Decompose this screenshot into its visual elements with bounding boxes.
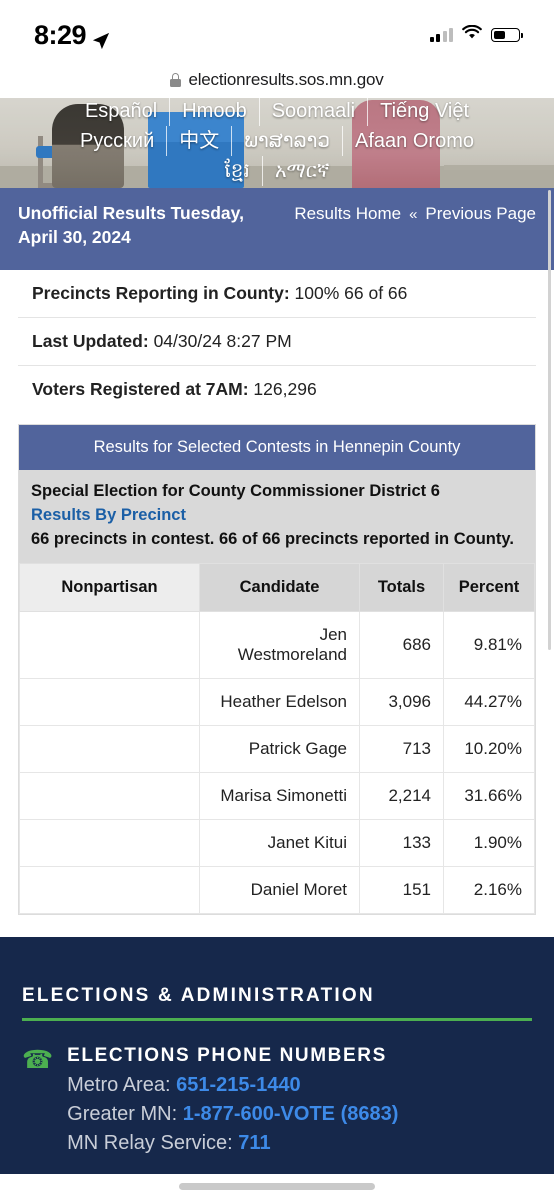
language-link-ru[interactable]: Русский [68, 126, 166, 156]
footer-relay-label: MN Relay Service: [67, 1132, 239, 1155]
status-indicators [429, 24, 523, 45]
language-link-es[interactable]: Español [73, 98, 169, 126]
site-banner: Español Hmoob Soomaali Tiếng Việt Русски… [0, 98, 554, 188]
battery-icon [491, 28, 523, 42]
contest-name: Special Election for County Commissioner… [31, 482, 440, 501]
cell-total: 686 [359, 611, 444, 680]
language-links: Español Hmoob Soomaali Tiếng Việt Русски… [0, 98, 554, 188]
column-header-totals[interactable]: Totals [359, 563, 444, 613]
language-link-am[interactable]: አማርኛ [261, 156, 342, 186]
table-row: Daniel Moret 151 2.16% [19, 866, 535, 915]
status-time: 8:29 [34, 19, 87, 50]
language-link-so[interactable]: Soomaali [258, 98, 367, 126]
county-info-list: Precincts Reporting in County: 100% 66 o… [0, 270, 554, 413]
cell-candidate: Marisa Simonetti [199, 772, 360, 821]
language-link-zh[interactable]: 中文 [166, 126, 231, 156]
info-row-registered: Voters Registered at 7AM: 126,296 [18, 366, 536, 413]
cell-candidate: Jen Westmoreland [199, 611, 360, 680]
contest-card-title: Results for Selected Contests in Hennepi… [19, 425, 535, 471]
location-arrow-icon [92, 26, 110, 50]
double-chevron-left-icon: « [409, 205, 418, 223]
footer-metro-label: Metro Area: [67, 1074, 177, 1097]
cell-total: 713 [359, 725, 444, 774]
ios-status-bar: 8:29 [0, 0, 554, 62]
results-home-link[interactable]: Results Home [294, 204, 401, 224]
cell-total: 3,096 [359, 678, 444, 727]
home-indicator[interactable] [179, 1183, 375, 1190]
cellular-signal-icon [429, 28, 453, 42]
cell-candidate: Daniel Moret [199, 866, 360, 915]
url-text: electionresults.sos.mn.gov [188, 70, 384, 89]
precincts-value: 100% 66 of 66 [294, 283, 408, 303]
cell-candidate: Heather Edelson [199, 678, 360, 727]
cell-party [19, 866, 200, 915]
language-link-om[interactable]: Afaan Oromo [342, 126, 486, 156]
cell-percent: 10.20% [443, 725, 535, 774]
info-row-last-updated: Last Updated: 04/30/24 8:27 PM [18, 318, 536, 366]
status-time-group: 8:29 [34, 20, 110, 51]
cell-percent: 9.81% [443, 611, 535, 680]
footer-relay-number[interactable]: 711 [238, 1132, 270, 1154]
cell-candidate: Patrick Gage [199, 725, 360, 774]
footer-divider [22, 1018, 532, 1022]
cell-candidate: Janet Kitui [199, 819, 360, 868]
footer-relay-line: MN Relay Service: 711 [67, 1129, 398, 1158]
results-by-precinct-link[interactable]: Results By Precinct [31, 504, 523, 528]
column-header-percent[interactable]: Percent [443, 563, 535, 613]
registered-label: Voters Registered at 7AM: [32, 378, 249, 399]
language-link-lo[interactable]: ພາສາລາວ [231, 126, 342, 156]
footer-metro-number[interactable]: 651-215-1440 [176, 1074, 301, 1096]
table-row: Jen Westmoreland 686 9.81% [19, 611, 535, 680]
site-footer: ELECTIONS & ADMINISTRATION ☎ ELECTIONS P… [0, 937, 554, 1175]
footer-phone-block: ☎ ELECTIONS PHONE NUMBERS Metro Area: 65… [22, 1045, 532, 1158]
column-header-nonpartisan[interactable]: Nonpartisan [19, 563, 200, 613]
cell-total: 133 [359, 819, 444, 868]
cell-total: 2,214 [359, 772, 444, 821]
contest-card: Results for Selected Contests in Hennepi… [18, 424, 536, 916]
cell-percent: 2.16% [443, 866, 535, 915]
language-link-vi[interactable]: Tiếng Việt [367, 98, 481, 126]
previous-page-link[interactable]: Previous Page [425, 204, 536, 224]
last-updated-value: 04/30/24 8:27 PM [153, 330, 292, 351]
cell-percent: 31.66% [443, 772, 535, 821]
last-updated-label: Last Updated: [32, 330, 149, 351]
contest-summary: Special Election for County Commissioner… [19, 470, 535, 564]
footer-greater-number[interactable]: 1-877-600-VOTE (8683) [183, 1103, 399, 1125]
language-link-km[interactable]: ខ្មែរ [212, 156, 261, 186]
cell-party [19, 678, 200, 727]
cell-party [19, 819, 200, 868]
page-viewport: Español Hmoob Soomaali Tiếng Việt Русски… [0, 98, 554, 1200]
precincts-label: Precincts Reporting in County: [32, 283, 290, 303]
results-table: Nonpartisan Candidate Totals Percent Jen… [19, 563, 535, 915]
footer-greater-line: Greater MN: 1-877-600-VOTE (8683) [67, 1100, 398, 1129]
table-row: Janet Kitui 133 1.90% [19, 819, 535, 868]
cell-party [19, 772, 200, 821]
cell-percent: 44.27% [443, 678, 535, 727]
results-header-bar: Unofficial Results Tuesday, April 30, 20… [0, 188, 554, 270]
language-link-hmn[interactable]: Hmoob [169, 98, 258, 126]
wifi-icon [462, 24, 482, 45]
browser-url-bar[interactable]: electionresults.sos.mn.gov [0, 62, 554, 98]
vertical-scrollbar[interactable] [548, 190, 551, 650]
lock-icon [170, 73, 182, 87]
cell-party [19, 725, 200, 774]
phone-icon: ☎ [22, 1046, 54, 1075]
footer-greater-label: Greater MN: [67, 1103, 183, 1126]
footer-phone-heading: ELECTIONS PHONE NUMBERS [67, 1045, 387, 1067]
info-row-precincts: Precincts Reporting in County: 100% 66 o… [18, 270, 536, 318]
table-row: Marisa Simonetti 2,214 31.66% [19, 772, 535, 821]
cell-percent: 1.90% [443, 819, 535, 868]
table-header-row: Nonpartisan Candidate Totals Percent [19, 563, 535, 613]
registered-value: 126,296 [253, 378, 317, 399]
results-title: Unofficial Results Tuesday, April 30, 20… [18, 203, 244, 247]
results-nav: Results Home « Previous Page [294, 202, 536, 224]
footer-section-title: ELECTIONS & ADMINISTRATION [22, 985, 375, 1007]
cell-party [19, 611, 200, 680]
table-row: Patrick Gage 713 10.20% [19, 725, 535, 774]
table-row: Heather Edelson 3,096 44.27% [19, 678, 535, 727]
cell-total: 151 [359, 866, 444, 915]
footer-metro-line: Metro Area: 651-215-1440 [67, 1071, 398, 1100]
column-header-candidate[interactable]: Candidate [199, 563, 360, 613]
precinct-note: 66 precincts in contest. 66 of 66 precin… [31, 530, 514, 549]
